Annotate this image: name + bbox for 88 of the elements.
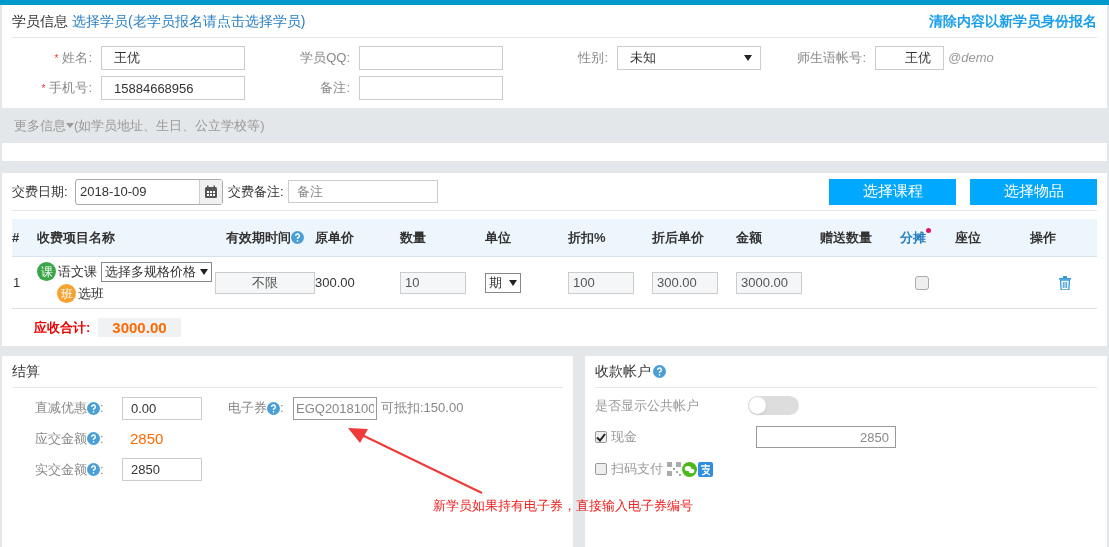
total-label: 应收合计: <box>34 319 91 337</box>
select-student-link[interactable]: 选择学员(老学员报名请点击选择学员) <box>72 10 306 32</box>
trash-icon[interactable] <box>1059 275 1071 290</box>
column-header: # <box>12 228 20 247</box>
account-field[interactable]: 王优 <box>875 46 944 70</box>
section-title: 收款帐户 <box>595 361 651 381</box>
discount-field[interactable]: 100 <box>568 271 634 294</box>
help-icon <box>653 364 666 378</box>
colon: : <box>100 460 104 479</box>
text-field[interactable]: 15884668956 <box>101 76 245 100</box>
chat-bubbles-icon <box>682 461 697 477</box>
field-label: 性别: <box>578 49 608 68</box>
field-label: 手机号: <box>49 79 92 98</box>
field-label: 交费备注: <box>228 182 285 201</box>
field-label: 学员QQ: <box>300 49 350 68</box>
colon: : <box>280 399 284 418</box>
column-header: 收费项目名称 <box>37 228 115 247</box>
field-label: 应交金额 <box>35 430 87 448</box>
date-field[interactable]: 2018-10-09 <box>75 178 223 205</box>
gender-select[interactable]: 未知 <box>617 46 761 70</box>
section-title: 结算 <box>12 361 40 381</box>
column-header: 数量 <box>400 228 426 247</box>
required-mark: * <box>41 81 46 96</box>
help-icon <box>87 432 100 446</box>
text-field[interactable] <box>359 46 503 70</box>
column-header: 操作 <box>1030 228 1056 247</box>
field-label: 直减优惠 <box>35 399 87 418</box>
paid-field[interactable]: 2850 <box>122 458 202 481</box>
field-label: 姓名: <box>62 49 92 68</box>
annotation-text: 新学员如果持有电子券，直接输入电子券编号 <box>433 497 693 515</box>
due-amount: 2850 <box>130 428 164 449</box>
course-badge: 课 <box>37 262 56 282</box>
payment-checkbox[interactable] <box>595 463 607 475</box>
help-icon <box>87 463 100 476</box>
text-field[interactable] <box>359 76 503 100</box>
help-icon <box>291 231 304 244</box>
column-header-link[interactable]: 分摊 <box>900 229 926 245</box>
payment-checkbox[interactable] <box>595 431 607 443</box>
caret-icon <box>200 268 208 275</box>
caret-icon <box>744 55 752 61</box>
column-header: 原单价 <box>315 228 354 247</box>
unit-select[interactable]: 期 <box>485 272 521 293</box>
total-amount: 3000.00 <box>98 318 181 338</box>
help-icon <box>267 401 280 415</box>
class-badge: 班 <box>57 284 76 303</box>
help-icon <box>87 401 100 415</box>
quantity-field[interactable]: 10 <box>400 271 466 294</box>
field-label: 交费日期: <box>12 182 69 201</box>
text-field[interactable]: 王优 <box>101 46 245 70</box>
course-name: 语文课 <box>58 263 97 281</box>
column-header: 有效期时间 <box>226 228 291 247</box>
price-field[interactable]: 300.00 <box>652 271 718 294</box>
cash-amount-field[interactable]: 2850 <box>756 426 896 448</box>
field-label: 师生语帐号: <box>797 49 866 68</box>
calendar-icon <box>204 184 218 199</box>
colon: : <box>100 399 104 418</box>
column-header: 赠送数量 <box>820 228 872 247</box>
select-class-link[interactable]: 选班 <box>78 283 104 304</box>
field-label: 实交金额 <box>35 460 87 479</box>
field-label: 备注: <box>320 79 350 98</box>
section-title: 学员信息 <box>12 11 68 31</box>
colon: : <box>100 430 104 448</box>
public-account-toggle[interactable] <box>748 395 799 415</box>
column-header: 座位 <box>955 228 981 247</box>
column-header: 折后单价 <box>652 228 704 247</box>
note-field[interactable]: 备注 <box>288 180 438 203</box>
column-header: 金额 <box>736 228 762 247</box>
field-label: 电子券 <box>228 399 267 418</box>
deduct-text: 可抵扣:150.00 <box>381 399 464 418</box>
qr-code-icon <box>667 462 681 476</box>
caret-icon <box>66 123 74 128</box>
more-info-hint: (如学员地址、生日、公立学校等) <box>74 116 265 135</box>
column-header: 折扣% <box>568 228 606 247</box>
payment-method-label: 现金 <box>611 428 637 447</box>
field-label: 是否显示公共帐户 <box>595 396 700 415</box>
domain-suffix: @demo <box>948 49 994 68</box>
split-checkbox[interactable] <box>915 275 929 290</box>
payment-app-icon <box>698 461 713 477</box>
column-header: 单位 <box>485 228 511 247</box>
required-mark: * <box>54 51 59 66</box>
discount-field[interactable]: 0.00 <box>122 396 202 420</box>
spec-select[interactable]: 选择多规格价格 <box>101 261 212 282</box>
payment-method-label: 扫码支付 <box>611 460 663 479</box>
table-cell-text: 1 <box>12 273 22 292</box>
caret-icon <box>509 279 517 286</box>
table-cell-text: 300.00 <box>315 273 356 292</box>
validity-field: 不限 <box>215 271 315 294</box>
amount-field[interactable]: 3000.00 <box>736 271 802 294</box>
